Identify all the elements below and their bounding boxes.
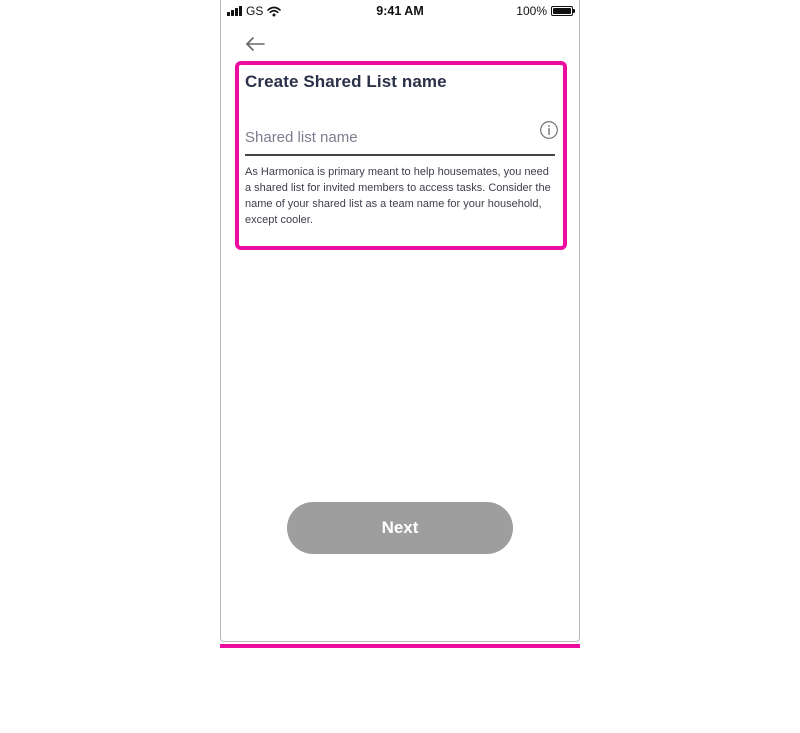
shared-list-name-input[interactable]: [245, 122, 525, 152]
helper-text: As Harmonica is primary meant to help ho…: [245, 166, 551, 226]
status-right: 100%: [516, 4, 575, 18]
info-icon[interactable]: [539, 120, 559, 140]
battery-percentage: 100%: [516, 4, 547, 18]
phone-frame: GS 9:41 AM 100% Create Shared List name: [220, 0, 580, 642]
back-button[interactable]: [243, 32, 267, 56]
page-title: Create Shared List name: [245, 72, 447, 91]
bottom-highlight-bar: [220, 644, 580, 648]
battery-icon: [551, 6, 575, 16]
arrow-left-icon: [246, 37, 265, 51]
status-bar: GS 9:41 AM 100%: [221, 0, 579, 22]
next-button[interactable]: Next: [287, 502, 513, 554]
shared-list-name-field-wrapper: [245, 121, 558, 156]
